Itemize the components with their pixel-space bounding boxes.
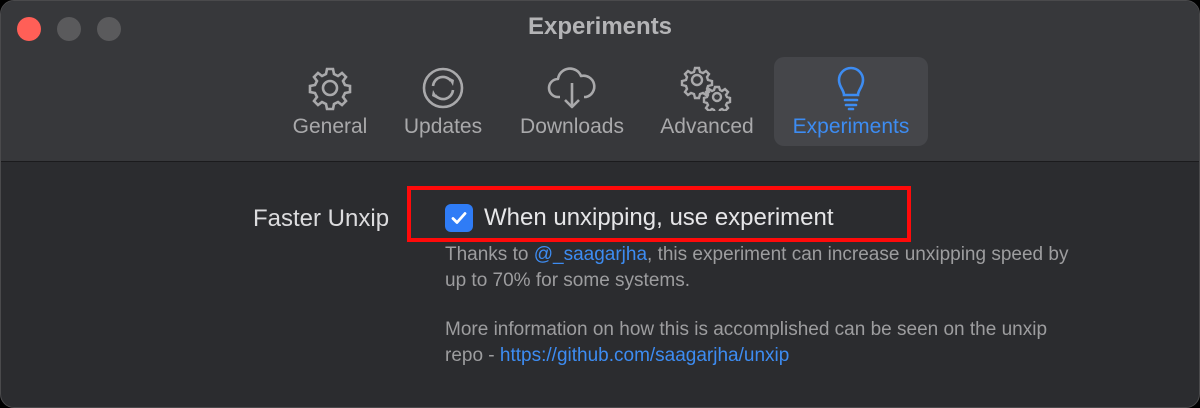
- repo-link[interactable]: https://github.com/saagarjha/unxip: [500, 345, 789, 366]
- tab-experiments[interactable]: Experiments: [774, 57, 928, 146]
- highlight-annotation-box: [407, 186, 911, 242]
- gear-icon: [308, 67, 352, 111]
- lightbulb-icon: [837, 66, 865, 111]
- author-link[interactable]: @_saagarjha: [534, 244, 647, 265]
- thanks-prefix: Thanks to: [445, 244, 534, 265]
- title-bar: Experiments General Updates Downloads Ad…: [1, 1, 1199, 162]
- tab-updates-label: Updates: [403, 115, 483, 138]
- tab-advanced[interactable]: Advanced: [653, 57, 761, 146]
- tab-general-label: General: [292, 115, 368, 138]
- window-title: Experiments: [527, 13, 673, 40]
- description-more-info: More information on how this is accompli…: [445, 317, 1165, 369]
- refresh-icon: [422, 67, 464, 109]
- faster-unxip-label: Faster Unxip: [253, 205, 390, 232]
- tab-experiments-label: Experiments: [792, 115, 910, 138]
- thanks-suffix: , this experiment can increase unxipping…: [647, 244, 1069, 265]
- tab-downloads[interactable]: Downloads: [509, 57, 635, 146]
- tab-downloads-label: Downloads: [520, 115, 624, 138]
- toolbar-tabs: General Updates Downloads Advanced Exper…: [1, 57, 1199, 147]
- preferences-window: Experiments General Updates Downloads Ad…: [0, 0, 1200, 408]
- tab-general[interactable]: General: [283, 57, 377, 146]
- gears-icon: [680, 66, 732, 111]
- description-thanks: Thanks to @_saagarjha, this experiment c…: [445, 242, 1165, 294]
- cloud-download-icon: [547, 67, 596, 109]
- more-info-line1: More information on how this is accompli…: [445, 319, 1048, 340]
- repo-prefix: repo -: [445, 345, 500, 366]
- tab-updates[interactable]: Updates: [395, 57, 491, 146]
- thanks-line2: up to 70% for some systems.: [445, 270, 690, 291]
- tab-advanced-label: Advanced: [660, 115, 754, 138]
